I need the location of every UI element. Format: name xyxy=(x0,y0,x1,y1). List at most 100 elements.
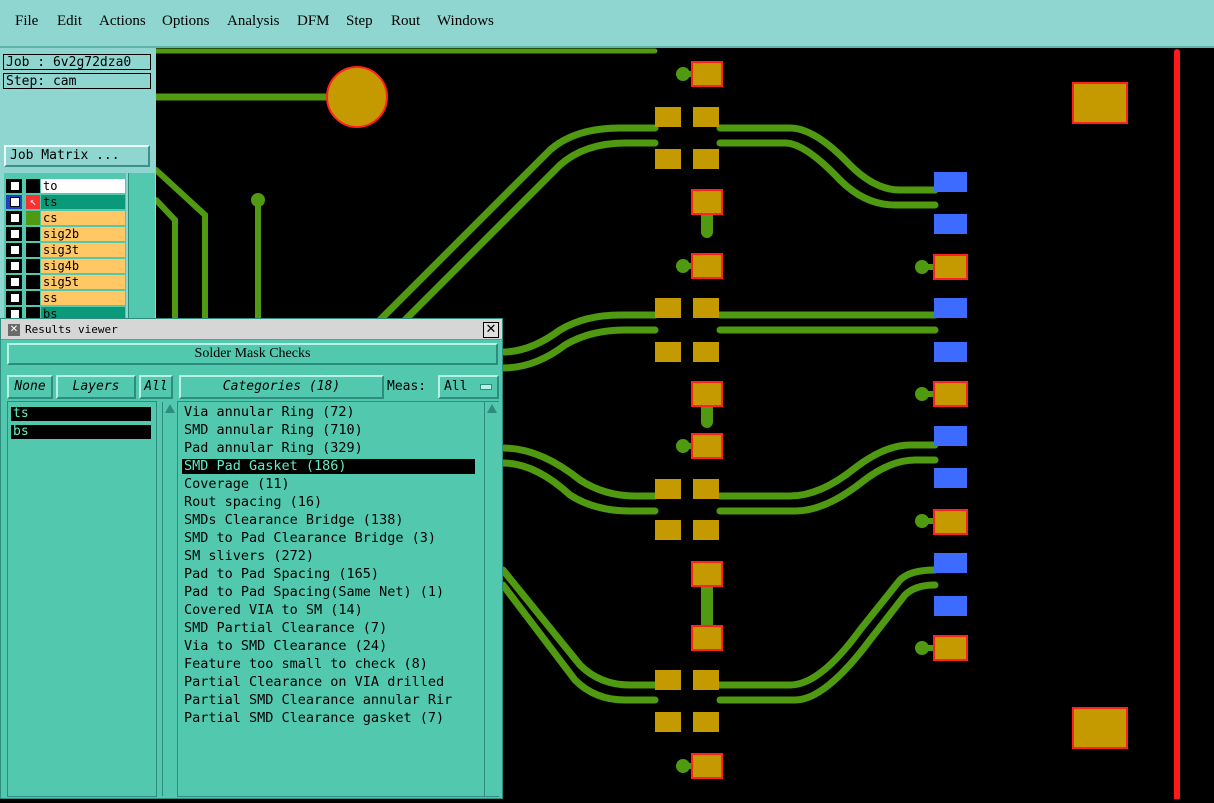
smd-pad xyxy=(693,107,719,127)
layer-checkbox[interactable] xyxy=(6,195,22,209)
large-pad xyxy=(1072,707,1128,749)
layer-list-vscroll[interactable] xyxy=(162,402,177,796)
menu-step[interactable]: Step xyxy=(346,13,373,30)
category-item[interactable]: Pad to Pad Spacing(Same Net) (1) xyxy=(182,585,475,600)
category-item[interactable]: Pad annular Ring (329) xyxy=(182,441,475,456)
category-item[interactable]: SMDs Clearance Bridge (138) xyxy=(182,513,475,528)
category-item[interactable]: Feature too small to check (8) xyxy=(182,657,475,672)
all-button[interactable]: All xyxy=(139,375,173,399)
outlined-pad xyxy=(933,381,968,407)
category-item[interactable]: Via to SMD Clearance (24) xyxy=(182,639,475,654)
categories-button[interactable]: Categories (18) xyxy=(179,375,384,399)
blue-pad xyxy=(934,596,967,616)
dropdown-icon xyxy=(480,384,492,390)
outlined-pad xyxy=(933,509,968,535)
blue-pad xyxy=(934,426,967,446)
category-item[interactable]: SMD Partial Clearance (7) xyxy=(182,621,475,636)
layer-name: sig3t xyxy=(41,243,125,257)
smd-pad xyxy=(693,520,719,540)
menu-file[interactable]: File xyxy=(15,13,38,30)
outlined-pad xyxy=(691,61,723,87)
category-item[interactable]: SMD annular Ring (710) xyxy=(182,423,475,438)
category-item[interactable]: Via annular Ring (72) xyxy=(182,405,475,420)
layer-row-sig4b[interactable]: sig4b xyxy=(6,259,126,273)
layer-name: ts xyxy=(41,195,125,209)
layer-checkbox[interactable] xyxy=(6,291,22,305)
category-item[interactable]: Partial SMD Clearance annular Rir xyxy=(182,693,475,708)
menu-windows[interactable]: Windows xyxy=(437,13,494,30)
layer-row-sig5t[interactable]: sig5t xyxy=(6,275,126,289)
layer-name: to xyxy=(41,179,125,193)
category-item[interactable]: Partial SMD Clearance gasket (7) xyxy=(182,711,475,726)
meas-select[interactable]: All xyxy=(438,375,499,399)
blue-pad xyxy=(934,468,967,488)
outlined-pad xyxy=(691,561,723,587)
blue-pad xyxy=(934,298,967,318)
category-item[interactable]: SM slivers (272) xyxy=(182,549,475,564)
results-layer-item[interactable]: bs xyxy=(11,425,151,439)
layer-affected-marker[interactable] xyxy=(26,243,40,257)
category-item[interactable]: Covered VIA to SM (14) xyxy=(182,603,475,618)
layer-checkbox[interactable] xyxy=(6,179,22,193)
layer-row-sig3t[interactable]: sig3t xyxy=(6,243,126,257)
smd-pad xyxy=(655,520,681,540)
smd-pad xyxy=(693,149,719,169)
meas-label: Meas: xyxy=(387,379,427,394)
menu-edit[interactable]: Edit xyxy=(57,13,82,30)
outlined-pad xyxy=(691,253,723,279)
layer-checkbox[interactable] xyxy=(6,227,22,241)
outlined-pad xyxy=(691,433,723,459)
check-set-title: Solder Mask Checks xyxy=(7,343,498,365)
menu-rout[interactable]: Rout xyxy=(391,13,420,30)
scroll-up-icon[interactable] xyxy=(165,404,175,413)
layer-checkbox[interactable] xyxy=(6,275,22,289)
results-layer-list[interactable]: ts bs xyxy=(7,401,177,797)
close-icon[interactable]: ✕ xyxy=(483,322,499,338)
category-item[interactable]: Coverage (11) xyxy=(182,477,475,492)
layer-checkbox[interactable] xyxy=(6,211,22,225)
category-item[interactable]: Partial Clearance on VIA drilled xyxy=(182,675,475,690)
category-list[interactable]: Via annular Ring (72) SMD annular Ring (7… xyxy=(177,401,499,797)
layer-affected-marker[interactable] xyxy=(26,259,40,273)
outlined-pad xyxy=(691,381,723,407)
layer-row-cs[interactable]: ✎cs xyxy=(6,211,126,225)
layer-affected-marker[interactable] xyxy=(26,275,40,289)
layer-checkbox[interactable] xyxy=(6,243,22,257)
layer-checkbox[interactable] xyxy=(6,259,22,273)
scroll-up-icon[interactable] xyxy=(487,404,497,413)
menu-bar: File Edit Actions Options Analysis DFM Step Rou… xyxy=(0,0,1214,48)
none-button[interactable]: None xyxy=(7,375,53,399)
outlined-pad xyxy=(933,635,968,661)
trace-diag-left-2 xyxy=(153,197,178,333)
smd-pad xyxy=(655,342,681,362)
blue-pad xyxy=(934,553,967,573)
step-name: Step: cam xyxy=(3,73,151,89)
layer-affected-marker[interactable]: ↖ xyxy=(26,195,40,209)
blue-pad xyxy=(934,172,967,192)
job-matrix-button[interactable]: Job Matrix ... xyxy=(4,145,150,167)
menu-options[interactable]: Options xyxy=(162,13,210,30)
results-viewer-titlebar[interactable]: ✕ Results viewer ✕ xyxy=(1,319,502,340)
window-menu-icon[interactable]: ✕ xyxy=(8,324,20,336)
menu-analysis[interactable]: Analysis xyxy=(227,13,280,30)
layer-affected-marker[interactable] xyxy=(26,227,40,241)
layer-row-sig2b[interactable]: sig2b xyxy=(6,227,126,241)
category-item[interactable]: Rout spacing (16) xyxy=(182,495,475,510)
layers-button[interactable]: Layers xyxy=(56,375,136,399)
layer-row-to[interactable]: ✎to xyxy=(6,179,126,193)
category-item[interactable]: SMD to Pad Clearance Bridge (3) xyxy=(182,531,475,546)
category-item[interactable]: SMD Pad Gasket (186) xyxy=(182,459,475,474)
smd-pad xyxy=(693,712,719,732)
layer-affected-marker[interactable] xyxy=(26,211,40,225)
category-list-vscroll[interactable] xyxy=(484,402,499,796)
menu-dfm[interactable]: DFM xyxy=(297,13,330,30)
layer-affected-marker[interactable] xyxy=(26,179,40,193)
layer-row-ss[interactable]: ss xyxy=(6,291,126,305)
layer-affected-marker[interactable] xyxy=(26,291,40,305)
layer-name: sig2b xyxy=(41,227,125,241)
menu-actions[interactable]: Actions xyxy=(99,13,146,30)
layer-row-ts[interactable]: ⊞↖ts xyxy=(6,195,126,209)
category-item[interactable]: Pad to Pad Spacing (165) xyxy=(182,567,475,582)
results-layer-item[interactable]: ts xyxy=(11,407,151,421)
layer-name: cs xyxy=(41,211,125,225)
